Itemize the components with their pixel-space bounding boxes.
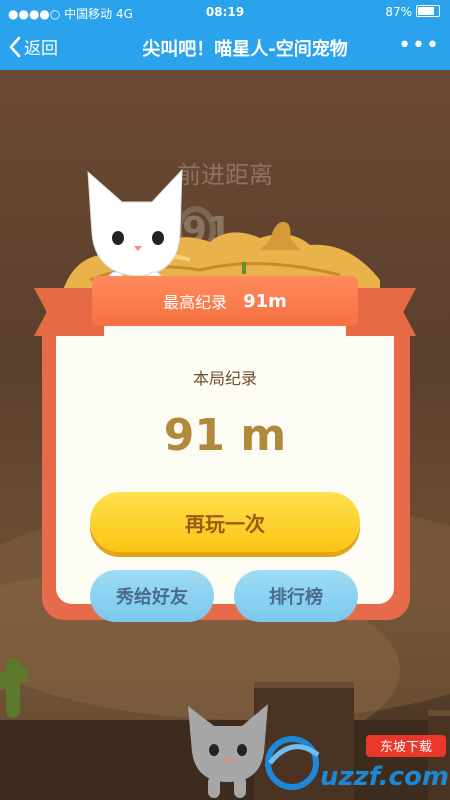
status-bar: ●●●●○ 中国移动 4G 08:19 87% xyxy=(0,0,450,24)
battery-icon xyxy=(416,5,440,17)
watermark-site: uzzf.com xyxy=(320,762,449,792)
distance-label: 前进距离 xyxy=(177,161,273,189)
back-button[interactable]: 返回 xyxy=(8,34,58,59)
page-title: 尖叫吧！喵星人-空间宠物 xyxy=(142,39,348,60)
nav-bar: 返回 尖叫吧！喵星人-空间宠物 ••• xyxy=(0,24,450,70)
chevron-left-icon xyxy=(9,36,21,57)
more-options-button[interactable]: ••• xyxy=(398,33,440,58)
leaderboard-button[interactable]: 排行榜 xyxy=(234,570,358,622)
best-record-ribbon: 最高纪录 91m xyxy=(92,276,358,326)
game-scene: 前进距离 91 最高纪录 91m 本局纪录 91 m 再玩一次 秀给好友 排行榜 xyxy=(0,70,450,800)
result-panel xyxy=(56,318,394,604)
round-record-label: 本局纪录 xyxy=(192,369,257,388)
back-label: 返回 xyxy=(24,39,58,59)
play-again-button[interactable]: 再玩一次 xyxy=(90,492,360,552)
grey-cat xyxy=(188,704,268,798)
cactus-icon xyxy=(0,658,28,718)
uzzf-watermark-logo: 东坡下载 uzzf.com xyxy=(262,725,450,795)
status-time: 08:19 xyxy=(205,5,245,19)
watermark-brand: 东坡下载 xyxy=(380,740,432,755)
best-record-value: 91m xyxy=(243,290,287,312)
battery-percent: 87% xyxy=(385,5,412,19)
best-record-label: 最高纪录 xyxy=(163,293,228,312)
uzzf-logo-icon: 东坡下载 uzzf.com xyxy=(265,735,449,792)
round-record-value: 91 m xyxy=(163,410,287,461)
battery-indicator: 87% xyxy=(385,5,440,19)
share-friends-button[interactable]: 秀给好友 xyxy=(90,570,214,622)
